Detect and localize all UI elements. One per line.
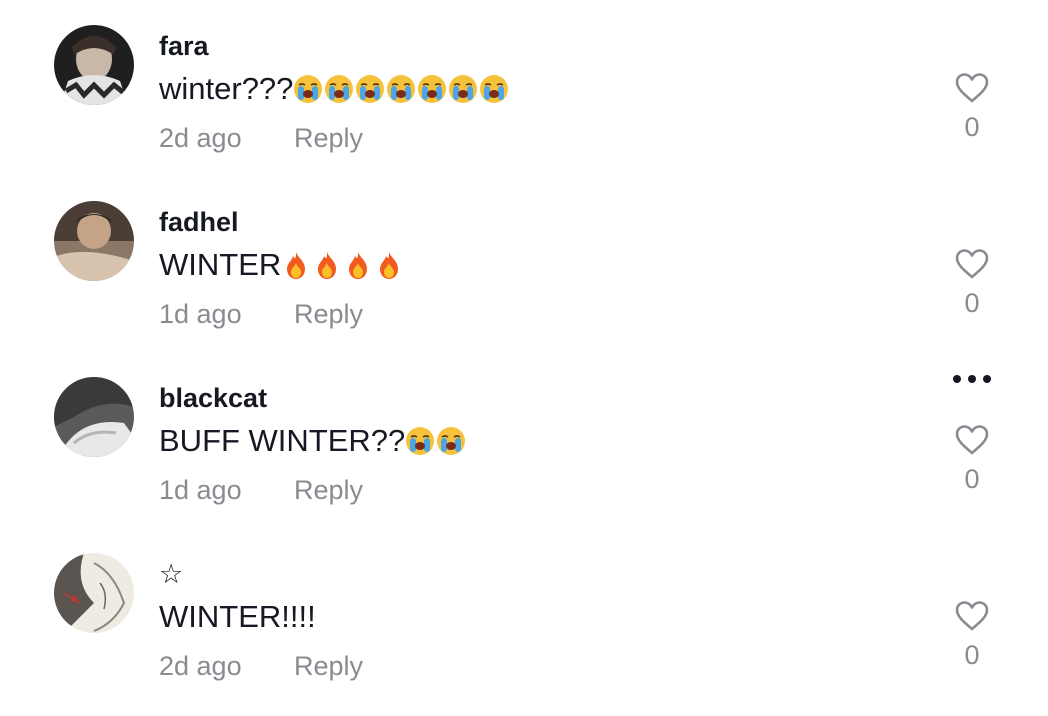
emoji-group [293, 74, 510, 104]
fire-icon [380, 252, 399, 279]
loudly-crying-face-icon [418, 75, 447, 103]
avatar[interactable] [54, 377, 134, 457]
fire-icon [318, 252, 337, 279]
more-horizontal-icon [953, 375, 991, 383]
more-options-button[interactable] [950, 372, 994, 386]
reply-button[interactable]: Reply [294, 296, 363, 332]
like-button[interactable]: 0 [950, 72, 994, 142]
avatar[interactable] [54, 25, 134, 105]
comment-username[interactable]: ☆ [159, 558, 183, 590]
avatar[interactable] [54, 553, 134, 633]
comment-meta: 2d ago Reply [159, 648, 363, 684]
comment-text-body: winter??? [159, 71, 294, 106]
reply-button[interactable]: Reply [294, 120, 363, 156]
loudly-crying-face-icon [356, 75, 385, 103]
loudly-crying-face-icon [406, 427, 435, 455]
loudly-crying-face-icon [480, 75, 509, 103]
avatar[interactable] [54, 201, 134, 281]
comment-item: fadhel WINTER 1d ago Reply 0 [0, 176, 1048, 352]
heart-outline-icon [955, 425, 989, 455]
heart-outline-icon [955, 73, 989, 103]
reply-button[interactable]: Reply [294, 472, 363, 508]
heart-outline-icon [955, 601, 989, 631]
heart-outline-icon [955, 249, 989, 279]
like-count: 0 [964, 640, 980, 670]
like-button[interactable]: 0 [950, 424, 994, 494]
comment-username[interactable]: blackcat [159, 382, 267, 414]
comment-timestamp: 2d ago [159, 123, 242, 153]
emoji-group [281, 250, 405, 280]
fire-icon [349, 252, 368, 279]
comment-text: winter??? [159, 70, 510, 108]
like-count: 0 [964, 464, 980, 494]
like-count: 0 [964, 288, 980, 318]
comment-timestamp: 1d ago [159, 299, 242, 329]
loudly-crying-face-icon [449, 75, 478, 103]
like-button[interactable]: 0 [950, 600, 994, 670]
fire-icon [287, 252, 306, 279]
comment-text-body: BUFF WINTER?? [159, 423, 406, 458]
loudly-crying-face-icon [294, 75, 323, 103]
emoji-group [405, 426, 467, 456]
loudly-crying-face-icon [387, 75, 416, 103]
like-count: 0 [964, 112, 980, 142]
comment-timestamp: 1d ago [159, 475, 242, 505]
comment-text-body: WINTER [159, 247, 282, 282]
comment-text-body: WINTER!!!! [159, 599, 316, 634]
comment-text: WINTER!!!! [159, 598, 316, 636]
loudly-crying-face-icon [325, 75, 354, 103]
comment-text: WINTER [159, 246, 405, 284]
comment-item: ☆ WINTER!!!! 2d ago Reply 0 [0, 528, 1048, 704]
comment-username[interactable]: fadhel [159, 206, 239, 238]
comment-timestamp: 2d ago [159, 651, 242, 681]
comment-meta: 1d ago Reply [159, 472, 363, 508]
like-button[interactable]: 0 [950, 248, 994, 318]
comment-meta: 2d ago Reply [159, 120, 363, 156]
loudly-crying-face-icon [437, 427, 466, 455]
comment-text: BUFF WINTER?? [159, 422, 467, 460]
comment-meta: 1d ago Reply [159, 296, 363, 332]
comment-item: fara winter??? 2d ago Reply 0 [0, 0, 1048, 176]
comment-item: blackcat BUFF WINTER?? 1d ago Reply 0 [0, 352, 1048, 528]
reply-button[interactable]: Reply [294, 648, 363, 684]
comment-username[interactable]: fara [159, 30, 209, 62]
